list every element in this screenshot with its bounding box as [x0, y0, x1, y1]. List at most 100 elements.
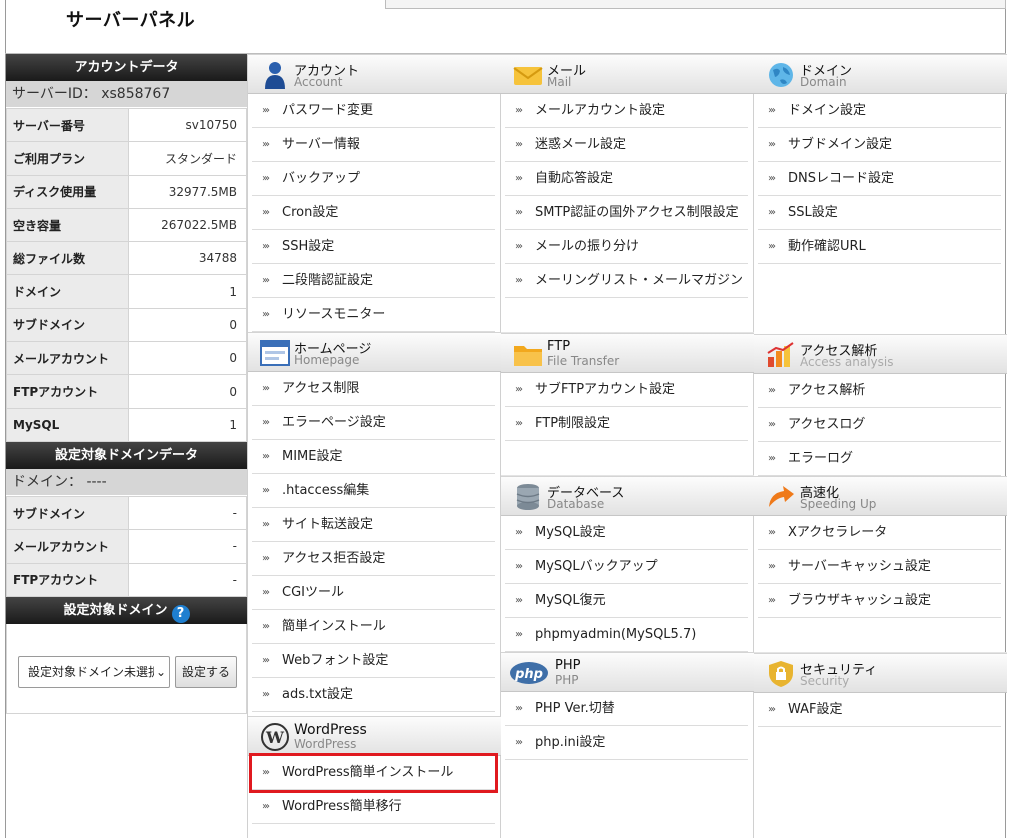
section-account: アカウント Account — [248, 54, 501, 94]
menu-item-easy-install[interactable]: ››› 簡単インストール — [252, 610, 495, 644]
row-label: ご利用プラン — [6, 141, 129, 176]
arrow-icon: ››› — [262, 173, 270, 184]
menu-item-ftp-restriction[interactable]: ››› FTP制限設定 — [505, 407, 748, 441]
menu-item-label: MySQLバックアップ — [535, 559, 658, 574]
menu-item-test-url[interactable]: ››› 動作確認URL — [758, 230, 1001, 264]
row-label: サブドメイン — [6, 307, 129, 343]
database-icon — [516, 484, 540, 510]
menu-item-backup[interactable]: ››› バックアップ — [252, 162, 495, 196]
menu-item-browser-cache[interactable]: ››› ブラウザキャッシュ設定 — [758, 584, 1001, 618]
menu-item-label: WordPress簡単移行 — [282, 799, 402, 814]
menu-item-cron[interactable]: ››› Cron設定 — [252, 196, 495, 230]
arrow-icon: ››› — [515, 241, 523, 252]
menu-item-two-factor[interactable]: ››› 二段階認証設定 — [252, 264, 495, 298]
menu-item-resource-monitor[interactable]: ››› リソースモニター — [252, 298, 495, 332]
menu-item-label: php.ini設定 — [535, 735, 606, 750]
arrow-icon: ››› — [515, 139, 523, 150]
menu-item-access-analysis[interactable]: ››› アクセス解析 — [758, 374, 1001, 408]
menu-item-label: サーバーキャッシュ設定 — [788, 559, 931, 574]
menu-item-domain-settings[interactable]: ››› ドメイン設定 — [758, 94, 1001, 128]
menu-item-web-font[interactable]: ››› Webフォント設定 — [252, 644, 495, 678]
menu-item-sub-ftp[interactable]: ››› サブFTPアカウント設定 — [505, 373, 748, 407]
browser-window-icon — [260, 340, 290, 366]
row-label: ディスク使用量 — [6, 174, 129, 209]
globe-icon — [769, 63, 793, 87]
arrow-icon: ››› — [262, 801, 270, 812]
menu-item-ads-txt[interactable]: ››› ads.txt設定 — [252, 678, 495, 712]
menu-item-phpmyadmin[interactable]: ››› phpmyadmin(MySQL5.7) — [505, 618, 748, 652]
menu-item-label: MySQL復元 — [535, 593, 606, 608]
menu-item-error-page[interactable]: ››› エラーページ設定 — [252, 406, 495, 440]
menu-item-label: WAF設定 — [788, 702, 843, 717]
arrow-icon: ››› — [768, 105, 776, 116]
menu-item-ssl[interactable]: ››› SSL設定 — [758, 196, 1001, 230]
menu-item-dns-record[interactable]: ››› DNSレコード設定 — [758, 162, 1001, 196]
empty-cell — [501, 441, 754, 476]
menu-item-access-log[interactable]: ››› アクセスログ — [758, 408, 1001, 442]
menu-item-server-info[interactable]: ››› サーバー情報 — [252, 128, 495, 162]
menu-column-1: アカウント Account ››› パスワード変更 ››› サーバー情報 ››› バッ… — [248, 54, 501, 824]
menu-item-mail-account[interactable]: ››› メールアカウント設定 — [505, 94, 748, 128]
menu-item-label: メーリングリスト・メールマガジン — [535, 273, 744, 288]
menu-item-waf[interactable]: ››› WAF設定 — [758, 693, 1001, 727]
menu-item-htaccess[interactable]: ››› .htaccess編集 — [252, 474, 495, 508]
menu-item-wordpress-migrate[interactable]: ››› WordPress簡単移行 — [252, 790, 495, 824]
menu-item-php-version[interactable]: ››› PHP Ver.切替 — [505, 692, 748, 726]
menu-item-auto-reply[interactable]: ››› 自動応答設定 — [505, 162, 748, 196]
menu-item-mailing-list[interactable]: ››› メーリングリスト・メールマガジン — [505, 264, 748, 298]
help-icon[interactable]: ? — [171, 604, 190, 623]
menu-item-access-deny[interactable]: ››› アクセス拒否設定 — [252, 542, 495, 576]
menu-item-label: CGIツール — [282, 585, 344, 600]
menu-item-label: SSH設定 — [282, 239, 335, 254]
menu-item-label: MIME設定 — [282, 449, 343, 464]
menu-item-mysql-settings[interactable]: ››› MySQL設定 — [505, 516, 748, 550]
menu-item-ssh[interactable]: ››› SSH設定 — [252, 230, 495, 264]
arrow-icon: ››› — [515, 384, 523, 395]
menu-item-server-cache[interactable]: ››› サーバーキャッシュ設定 — [758, 550, 1001, 584]
menu-item-label: サブFTPアカウント設定 — [535, 382, 676, 397]
menu-item-mail-filter[interactable]: ››› メールの振り分け — [505, 230, 748, 264]
section-subtitle: Homepage — [294, 353, 360, 367]
menu-item-password[interactable]: ››› パスワード変更 — [252, 94, 495, 128]
menu-item-label: 迷惑メール設定 — [535, 137, 627, 152]
set-domain-button[interactable]: 設定する — [175, 655, 237, 688]
section-subtitle: Account — [294, 75, 343, 89]
target-domain-data-table: サブドメイン - メールアカウント - FTPアカウント - — [6, 495, 247, 597]
menu-item-error-log[interactable]: ››› エラーログ — [758, 442, 1001, 476]
menu-item-label: 動作確認URL — [788, 239, 866, 254]
menu-item-label: Cron設定 — [282, 205, 339, 220]
arrow-icon: ››› — [515, 629, 523, 640]
menu-item-mysql-restore[interactable]: ››› MySQL復元 — [505, 584, 748, 618]
menu-item-x-accelerator[interactable]: ››› Xアクセラレータ — [758, 516, 1001, 550]
arrow-icon: ››› — [262, 105, 270, 116]
table-row: ドメイン 1 — [6, 274, 247, 309]
menu-item-spam[interactable]: ››› 迷惑メール設定 — [505, 128, 748, 162]
row-value: 267022.5MB — [128, 207, 247, 243]
menu-item-subdomain[interactable]: ››› サブドメイン設定 — [758, 128, 1001, 162]
menu-item-mime[interactable]: ››› MIME設定 — [252, 440, 495, 474]
menu-item-cgi-tools[interactable]: ››› CGIツール — [252, 576, 495, 610]
row-label: MySQL — [6, 407, 129, 442]
menu-item-mysql-backup[interactable]: ››› MySQLバックアップ — [505, 550, 748, 584]
menu-item-smtp-restriction[interactable]: ››› SMTP認証の国外アクセス制限設定 — [505, 196, 748, 230]
section-mail: メール Mail — [501, 54, 754, 94]
menu-item-site-redirect[interactable]: ››› サイト転送設定 — [252, 508, 495, 542]
arrow-icon: ››› — [262, 621, 270, 632]
menu-item-label: メールアカウント設定 — [535, 103, 666, 118]
menu-item-php-ini[interactable]: ››› php.ini設定 — [505, 726, 748, 760]
section-subtitle: Access analysis — [800, 355, 894, 369]
section-subtitle: WordPress — [294, 737, 357, 751]
svg-text:W: W — [265, 728, 285, 747]
menu-item-access-restriction[interactable]: ››› アクセス制限 — [252, 372, 495, 406]
row-value: 0 — [128, 307, 247, 343]
menu-item-label: 二段階認証設定 — [282, 273, 374, 288]
domain-select[interactable]: 設定対象ドメイン未選択 ⌄ — [18, 655, 170, 688]
page-title: サーバーパネル — [66, 10, 196, 31]
menu-item-label: リソースモニター — [282, 307, 386, 322]
php-icon-text: php — [514, 667, 543, 682]
section-speeding-up: 高速化 Speeding Up — [754, 476, 1007, 516]
empty-cell — [501, 298, 754, 333]
arrow-icon: ››› — [262, 553, 270, 564]
menu-item-wordpress-install[interactable]: ››› WordPress簡単インストール — [249, 753, 498, 793]
section-subtitle: File Transfer — [547, 354, 620, 368]
